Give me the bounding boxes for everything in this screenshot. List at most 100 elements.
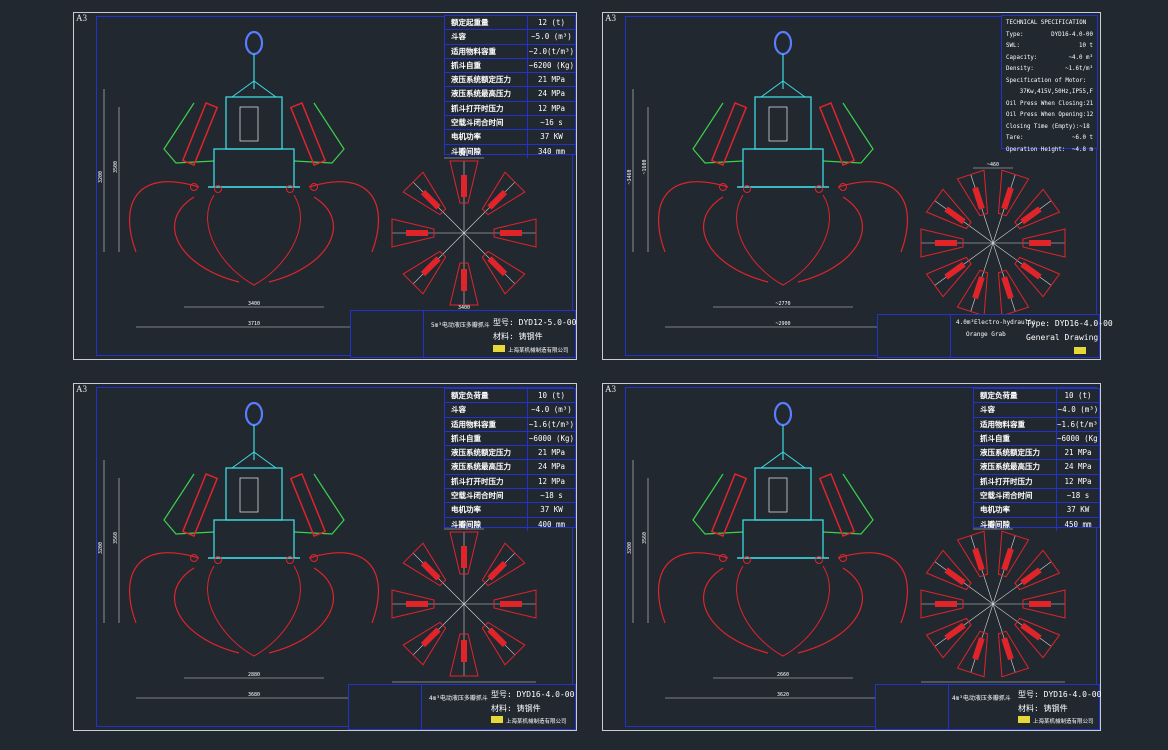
dim-height-label: 3200 [98, 171, 104, 183]
pivot-pin [310, 554, 318, 562]
company-logo [491, 716, 503, 723]
cylinder-top-view [944, 261, 966, 280]
cylinder-top-view [1020, 261, 1042, 280]
spec-value: 12 MPa [1064, 476, 1092, 486]
spec-value: ~6000 (Kg) [528, 433, 575, 443]
title-block: 4m³电动液压多瓣抓斗 型号: DYD16-4.0-00 材料: 铸钢件 上海某… [348, 684, 576, 730]
company-name: 上海某机械制造有限公司 [506, 719, 567, 725]
spec-line: 37Kw,415V,50Hz,IP55,F [1006, 87, 1093, 99]
drawing-title: 5m³电动液压多瓣抓斗 [431, 322, 490, 329]
spec-row: 液压系统最高压力 24 MPa [445, 87, 575, 102]
spec-table: 额定负荷量 10 (t) 斗容 ~4.0 (m³) 适用物料容重 ~1.6(t/m³) 抓斗… [444, 388, 576, 531]
spec-key: Oil Press When Opening: [1006, 112, 1087, 118]
cylinder-top-view [944, 567, 966, 586]
drawing-title: 4m³电动液压多瓣抓斗 [952, 695, 1011, 702]
drawing-sheet-3[interactable]: A3 2880368032003560400 额定负荷量10 (t)斗容~4.0… [73, 383, 577, 731]
spec-header: TECHNICAL SPECIFICATION [1006, 20, 1087, 26]
spec-value: ~4.0 (m³) [1057, 405, 1099, 415]
cylinder-top-view [487, 189, 508, 210]
spec-value: ~6000 (Kg) [1057, 433, 1099, 443]
cylinder-top-view [420, 560, 441, 581]
spec-key: 适用物料容重 [974, 417, 1057, 431]
tine-center [736, 565, 830, 657]
spec-key: 电机功率 [974, 503, 1057, 517]
spec-line: Closing Time (Empty):~18 s [1006, 122, 1093, 134]
pivot-pin [839, 183, 847, 191]
spec-row: 斗容 ~4.0 (m³) [974, 403, 1099, 418]
spec-key: 斗瓣间隙 [445, 144, 528, 158]
cylinder-top-view [406, 230, 428, 236]
spec-line: Type: DYD16-4.0-00 [1006, 30, 1093, 42]
dim-height-label: ~3460 [627, 169, 633, 184]
company-logo [493, 345, 505, 352]
drawing-sheet-4[interactable]: A3 2660362032003560450 额定负荷量10 (t)斗容~4.0… [602, 383, 1101, 731]
oil-tank [742, 519, 824, 559]
spec-value: 10 (t) [537, 391, 566, 400]
dim-width-label: 3400 [248, 301, 260, 307]
spec-value: 24 MPa [537, 462, 566, 472]
spec-key: 抓斗自重 [445, 58, 528, 73]
tine-left [128, 552, 240, 654]
spec-key: Density: [1006, 66, 1034, 72]
cylinder-top-view [935, 601, 957, 607]
drawing-model: 型号: DYD16-4.0-00 [491, 690, 575, 699]
spec-value: 24 MPa [1064, 462, 1092, 472]
spec-value: 21 MPa [537, 75, 566, 85]
cylinder-top-view [461, 640, 467, 662]
cylinder-top-view [1020, 206, 1042, 225]
spec-row: 斗瓣间隙 400 mm [445, 517, 575, 531]
cylinder-top-view [500, 601, 522, 607]
pivot-pin [719, 183, 727, 191]
spec-key: 适用物料容重 [445, 44, 528, 58]
cylinder-top-view [461, 546, 467, 568]
spec-row: 斗容 ~4.0 (m³) [445, 403, 575, 418]
spec-key: 液压系统最高压力 [445, 460, 528, 474]
spec-key: 适用物料容重 [445, 417, 528, 431]
spec-key: Specification of Motor: [1006, 77, 1087, 84]
spec-key: 空载斗闭合时间 [445, 116, 528, 130]
spec-row: 适用物料容重 ~1.6(t/m³) [974, 417, 1099, 432]
spec-row: 液压系统最高压力 24 MPa [974, 460, 1099, 475]
spec-table: 额定负荷量 10 (t) 斗容 ~4.0 (m³) 适用物料容重 ~1.6(t/m³) 抓斗… [973, 388, 1100, 531]
spec-value: ~18 s [540, 491, 563, 501]
spec-row: 液压系统额定压力 21 MPa [445, 446, 575, 461]
spec-row: 电机功率 37 KW [445, 130, 575, 145]
spec-row: 抓斗打开时压力 12 MPa [445, 474, 575, 490]
spec-key: 斗瓣间隙 [974, 517, 1057, 531]
drawing-sheet-1[interactable]: A3 3400 3710 3200 3500 260 3400 额定起重量 12 (t) 斗容… [73, 12, 577, 360]
company-logo [1074, 347, 1086, 354]
cylinder-top-view [1029, 601, 1051, 607]
pivot-pin [190, 183, 198, 191]
spec-key: 液压系统最高压力 [974, 460, 1057, 474]
spec-value: ~6200 (Kg) [528, 60, 575, 70]
spec-line: SWL: 10 t [1006, 41, 1093, 53]
dim-height-label: 3200 [98, 542, 104, 554]
spec-key: Tare: [1006, 135, 1024, 141]
cylinder-top-view [420, 189, 441, 210]
spec-value: 37Kw,415V,50Hz,IP55,F [1019, 89, 1093, 95]
spec-row: 斗容 ~5.0 (m³) [445, 30, 575, 45]
spec-key: 空载斗闭合时间 [974, 489, 1057, 503]
cylinder-top-view [461, 269, 467, 291]
spec-value: ~6.0 t [1072, 135, 1093, 141]
spec-key: 抓斗自重 [974, 431, 1057, 446]
spec-value: ~2.0(t/m³) [528, 46, 575, 56]
spec-line: Oil Press When Closing:210 bar [1006, 99, 1093, 111]
spec-row: 适用物料容重 ~1.6(t/m³) [445, 417, 575, 432]
cylinder-top-view [944, 206, 966, 225]
spec-table: 额定起重量 12 (t) 斗容 ~5.0 (m³) 适用物料容重 ~2.0(t/m³) 抓斗… [444, 15, 576, 158]
drawing-model: 型号: DYD12-5.0-00 [493, 318, 577, 327]
spec-line: Operation Height: ~4.8 m [1006, 145, 1093, 157]
dim-width-label: 2880 [248, 672, 260, 678]
drawing-subtitle: Orange Grab [966, 331, 1006, 338]
spec-row: 斗瓣间隙 450 mm [974, 517, 1099, 531]
cylinder-top-view [500, 230, 522, 236]
cylinder-top-view [1020, 622, 1042, 641]
dim-hook-label: ~1600 [642, 159, 648, 174]
tine-right [268, 181, 380, 283]
spec-key: 抓斗打开时压力 [445, 474, 528, 489]
spec-value: 340 mm [537, 146, 566, 156]
spec-key: 液压系统额定压力 [445, 73, 528, 87]
drawing-sheet-2[interactable]: A3 ~2770~2900~3460~1600~460~2770 TECHNIC… [602, 12, 1113, 360]
dim-hook-label: 3560 [113, 532, 119, 544]
